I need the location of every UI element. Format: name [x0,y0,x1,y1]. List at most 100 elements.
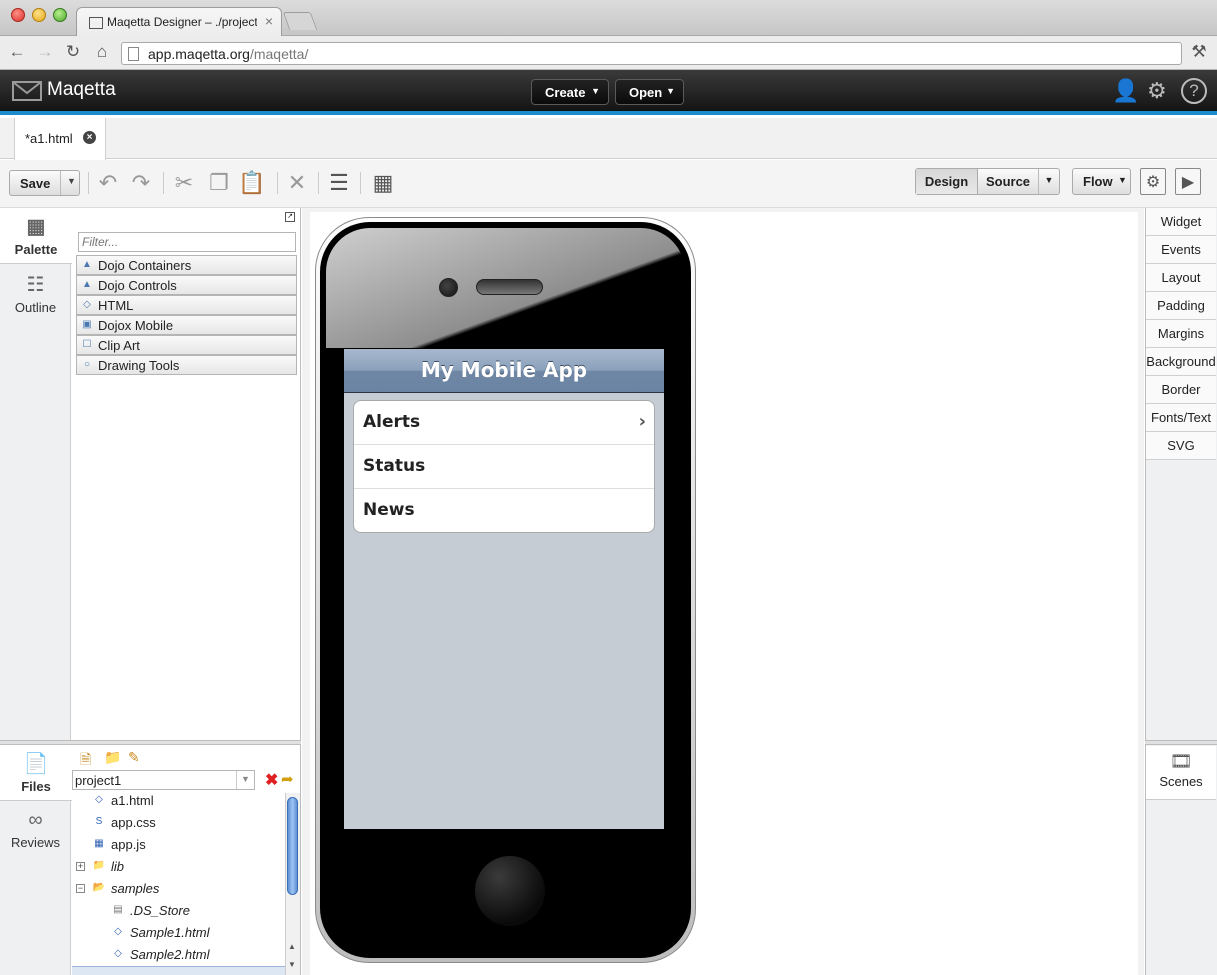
cut-icon[interactable]: ✂ [170,170,198,196]
tab-reviews-label: Reviews [10,835,61,850]
maximize-panel-icon[interactable]: ↗ [285,212,295,222]
file-item-label: app.css [111,815,156,830]
expand-icon[interactable]: + [76,862,85,871]
files-scrollbar-thumb[interactable] [287,797,298,895]
tab-files[interactable]: 📄 Files [0,745,72,801]
help-icon[interactable]: ? [1181,78,1207,104]
collapse-icon[interactable]: − [76,884,85,893]
file-item-partial[interactable] [72,966,285,975]
tab-fonts-text[interactable]: Fonts/Text [1146,404,1216,432]
list-item-status[interactable]: Status [354,445,654,489]
table-icon[interactable]: ▦ [369,170,397,196]
chevron-down-icon[interactable]: ▼ [67,176,76,186]
list-item-news[interactable]: News [354,489,654,532]
tab-events[interactable]: Events [1146,236,1216,264]
palette-section-clip-art[interactable]: ☐ Clip Art [76,335,297,355]
palette-section-label: Dojo Controls [98,278,177,293]
html-file-icon: ◇ [114,926,122,937]
address-bar[interactable]: app.maqetta.org/maqetta/ [121,42,1182,65]
paste-icon[interactable]: 📋 [238,170,266,196]
copy-icon[interactable]: ❐ [205,170,233,196]
mobile-heading-title: My Mobile App [420,358,588,382]
new-folder-icon[interactable]: 📁 [104,749,122,767]
tab-svg[interactable]: SVG [1146,432,1216,460]
minimize-window-button[interactable] [32,8,46,22]
chevron-down-icon[interactable]: ▼ [1038,169,1059,194]
switch-project-icon[interactable]: ➦ [281,770,294,788]
project-select[interactable]: project1 ▼ [72,770,255,790]
redo-icon[interactable]: ↷ [127,170,155,196]
palette-section-dojox-mobile[interactable]: ▣ Dojox Mobile [76,315,297,335]
tab-reviews[interactable]: ∞ Reviews [0,803,71,859]
open-label: Open [629,85,663,100]
source-mode-button[interactable]: Source [978,169,1038,194]
palette-section-label: Clip Art [98,338,140,353]
app-name: Maqetta [47,79,116,100]
undo-icon[interactable]: ↶ [94,170,122,196]
list-item-alerts[interactable]: Alerts › [354,401,654,445]
zoom-window-button[interactable] [53,8,67,22]
folder-icon: 📁 [92,860,106,871]
browser-tab[interactable]: Maqetta Designer – ./project1 × [76,7,282,37]
save-label: Save [20,176,51,191]
tab-border[interactable]: Border [1146,376,1216,404]
tab-layout[interactable]: Layout [1146,264,1216,292]
close-window-button[interactable] [11,8,25,22]
file-item-label: Sample1.html [130,925,210,940]
home-icon[interactable]: ⌂ [91,42,113,62]
tab-padding[interactable]: Padding [1146,292,1216,320]
mobile-rounded-list[interactable]: Alerts › Status News [353,400,655,533]
palette-section-html[interactable]: ◇ HTML [76,295,297,315]
forward-icon[interactable]: → [34,42,56,62]
camera-icon [439,278,458,297]
palette-section-dojo-containers[interactable]: ▲ Dojo Containers [76,255,297,275]
url-host: app.maqetta.org [148,46,250,62]
reload-icon[interactable]: ↻ [62,42,84,62]
palette-section-drawing-tools[interactable]: ○ Drawing Tools [76,355,297,375]
palette-filter-input[interactable] [78,232,296,252]
palette-section-dojo-controls[interactable]: ▲ Dojo Controls [76,275,297,295]
new-file-icon[interactable]: 🗎 [80,749,98,767]
close-tab-icon[interactable]: × [265,13,273,29]
css-file-icon: S [95,816,103,827]
editor-tab-a1[interactable]: *a1.html × [14,118,106,160]
drawing-tools-icon: ○ [83,359,91,370]
open-menu-button[interactable]: Open ▼ [615,79,684,105]
back-icon[interactable]: ← [6,42,28,62]
tab-palette[interactable]: ▦ Palette [0,208,72,264]
delete-icon[interactable]: ✕ [283,170,311,196]
wrench-icon[interactable]: ⚒ [1188,42,1210,62]
tab-scenes[interactable]: 🎞 Scenes [1146,746,1216,800]
delete-project-icon[interactable]: ✖ [265,770,278,790]
theme-settings-icon[interactable]: ⚙ [1140,168,1166,195]
generic-file-icon: ▤ [113,904,123,915]
files-panel-tabs: 📄 Files ∞ Reviews [0,745,72,975]
flow-layout-button[interactable]: Flow ▼ [1072,168,1131,195]
document-settings-icon[interactable]: ☰ [325,170,353,196]
create-menu-button[interactable]: Create ▼ [531,79,609,105]
design-mode-button[interactable]: Design [916,169,978,194]
tab-margins[interactable]: Margins [1146,320,1216,348]
save-button[interactable]: Save ▼ [9,170,80,196]
settings-gear-icon[interactable]: ⚙ [1147,78,1167,104]
home-button-icon [475,856,545,926]
file-item-label: a1.html [111,793,154,808]
upload-icon[interactable]: ✎ [128,749,146,767]
tab-outline[interactable]: ☷ Outline [0,266,71,322]
scroll-up-icon[interactable]: ▲ [288,942,296,951]
user-icon[interactable]: 👤 [1112,78,1139,104]
close-tab-icon[interactable]: × [83,131,96,144]
film-strip-icon: 🎞 [1169,751,1193,771]
editor-tab-bar [0,118,1217,159]
tab-background[interactable]: Background [1146,348,1216,376]
url-path: /maqetta/ [249,46,309,62]
scroll-down-icon[interactable]: ▼ [288,960,296,969]
tab-widget[interactable]: Widget [1146,208,1216,236]
page-icon [128,47,139,61]
palette-section-label: Dojo Containers [98,258,192,273]
preview-play-icon[interactable]: ▶ [1175,168,1201,195]
chevron-down-icon: ▼ [591,86,600,96]
tab-palette-label: Palette [14,242,58,257]
chevron-down-icon: ▼ [236,771,254,789]
html-icon: ◇ [83,299,91,310]
